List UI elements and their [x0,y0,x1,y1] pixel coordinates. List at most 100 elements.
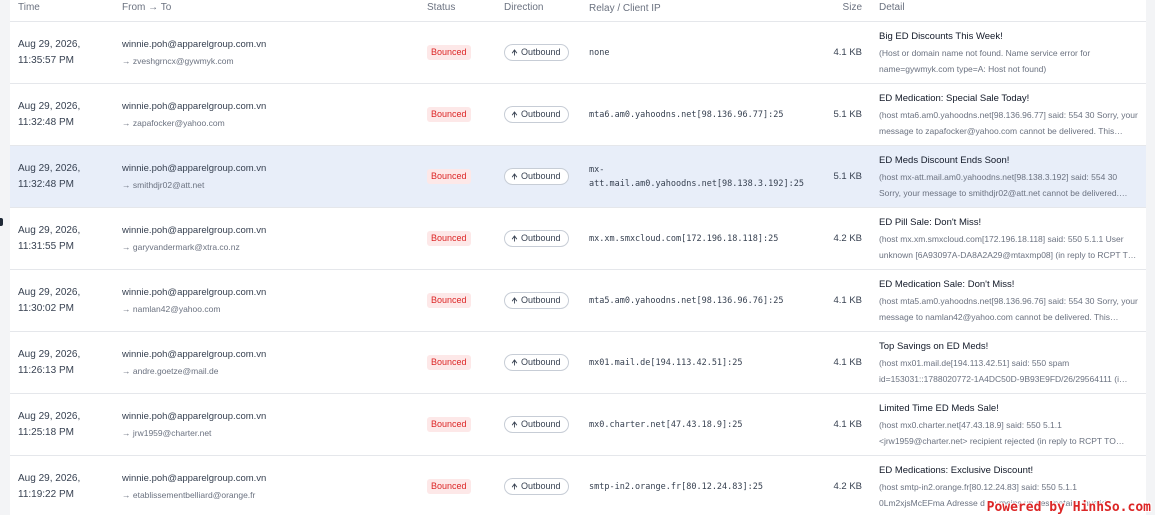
mail-log-table: Time From → To Status Direction Relay / … [10,0,1146,515]
bounce-message: (host mx-att.mail.am0.yahoodns.net[98.13… [879,171,1119,198]
size-cell: 5.1 KB [833,171,862,182]
table-body: Aug 29, 2026, 11:35:57 PM winnie.poh@app… [10,22,1146,515]
column-header-status[interactable]: Status [427,0,504,13]
direction-cell: Outbound [504,354,589,371]
table-row[interactable]: Aug 29, 2026, 11:32:48 PM winnie.poh@app… [10,146,1146,208]
arrow-up-icon [511,359,518,366]
time-cell: Aug 29, 2026, 11:32:48 PM [10,161,122,193]
arrow-up-icon [511,111,518,118]
size-cell: 4.1 KB [833,357,862,368]
recipient-address: → zveshgrncx@gywmyk.com [122,55,234,66]
date-text: Aug 29, 2026, [18,38,81,50]
size-cell: 4.2 KB [833,481,862,492]
sender-address: winnie.poh@apparelgroup.com.vn [122,224,267,236]
direction-badge: Outbound [504,106,569,123]
direction-badge: Outbound [504,416,569,433]
time-cell: Aug 29, 2026, 11:30:02 PM [10,285,122,317]
recipient-address: → andre.goetze@mail.de [122,365,219,376]
date-text: Aug 29, 2026, [18,410,81,422]
detail-cell: Limited Time ED Meds Sale! (host mx0.cha… [866,401,1141,449]
relay-cell: mx-att.mail.am0.yahoodns.net[98.138.3.19… [589,164,804,189]
table-row[interactable]: Aug 29, 2026, 11:31:55 PM winnie.poh@app… [10,208,1146,270]
direction-label: Outbound [521,481,561,491]
table-row[interactable]: Aug 29, 2026, 11:25:18 PM winnie.poh@app… [10,394,1146,456]
direction-label: Outbound [521,171,561,181]
date-text: Aug 29, 2026, [18,224,81,236]
detail-cell: Big ED Discounts This Week! (Host or dom… [866,29,1141,77]
mail-log-page: Time From → To Status Direction Relay / … [0,0,1155,515]
bounce-message: (host mx01.mail.de[194.113.42.51] said: … [879,357,1128,384]
status-badge: Bounced [427,293,471,308]
status-cell: Bounced [427,479,504,494]
message-subject: Big ED Discounts This Week! [879,30,1003,42]
sender-address: winnie.poh@apparelgroup.com.vn [122,100,267,112]
detail-cell: ED Medication: Special Sale Today! (host… [866,91,1141,139]
date-text: Aug 29, 2026, [18,100,81,112]
table-row[interactable]: Aug 29, 2026, 11:26:13 PM winnie.poh@app… [10,332,1146,394]
from-to-cell: winnie.poh@apparelgroup.com.vn → zapafoc… [122,99,427,131]
direction-badge: Outbound [504,354,569,371]
relay-cell: smtp-in2.orange.fr[80.12.24.83]:25 [589,481,763,492]
column-header-detail[interactable]: Detail [866,0,1141,13]
direction-cell: Outbound [504,478,589,495]
status-cell: Bounced [427,107,504,122]
date-text: Aug 29, 2026, [18,286,81,298]
status-badge: Bounced [427,417,471,432]
detail-cell: Top Savings on ED Meds! (host mx01.mail.… [866,339,1141,387]
date-text: Aug 29, 2026, [18,348,81,360]
column-header-from-to[interactable]: From → To [122,0,427,13]
size-cell: 4.1 KB [833,295,862,306]
direction-label: Outbound [521,357,561,367]
size-cell: 4.1 KB [833,47,862,58]
from-to-cell: winnie.poh@apparelgroup.com.vn → namlan4… [122,285,427,317]
column-header-direction[interactable]: Direction [504,0,589,13]
column-header-time[interactable]: Time [10,0,122,13]
detail-cell: ED Pill Sale: Don't Miss! (host mx.xm.sm… [866,215,1141,263]
table-row[interactable]: Aug 29, 2026, 11:19:22 PM winnie.poh@app… [10,456,1146,515]
direction-cell: Outbound [504,106,589,123]
sender-address: winnie.poh@apparelgroup.com.vn [122,410,267,422]
from-to-cell: winnie.poh@apparelgroup.com.vn → smithdj… [122,161,427,193]
relay-cell: mta6.am0.yahoodns.net[98.136.96.77]:25 [589,109,784,120]
arrow-up-icon [511,235,518,242]
table-row[interactable]: Aug 29, 2026, 11:35:57 PM winnie.poh@app… [10,22,1146,84]
message-subject: ED Medication Sale: Don't Miss! [879,278,1015,290]
status-badge: Bounced [427,479,471,494]
sender-address: winnie.poh@apparelgroup.com.vn [122,286,267,298]
recipient-address: → namlan42@yahoo.com [122,303,221,314]
bounce-message: (host mta5.am0.yahoodns.net[98.136.96.76… [879,295,1138,322]
sender-address: winnie.poh@apparelgroup.com.vn [122,162,267,174]
direction-label: Outbound [521,233,561,243]
sender-address: winnie.poh@apparelgroup.com.vn [122,348,267,360]
from-to-cell: winnie.poh@apparelgroup.com.vn → jrw1959… [122,409,427,441]
sender-address: winnie.poh@apparelgroup.com.vn [122,472,267,484]
column-header-relay[interactable]: Relay / Client IP [589,0,801,16]
date-text: Aug 29, 2026, [18,472,81,484]
time-cell: Aug 29, 2026, 11:26:13 PM [10,347,122,379]
message-subject: ED Meds Discount Ends Soon! [879,154,1010,166]
message-subject: Top Savings on ED Meds! [879,340,989,352]
arrow-up-icon [511,421,518,428]
time-text: 11:31:55 PM [18,240,74,252]
column-header-size[interactable]: Size [801,0,866,13]
table-row[interactable]: Aug 29, 2026, 11:30:02 PM winnie.poh@app… [10,270,1146,332]
time-cell: Aug 29, 2026, 11:32:48 PM [10,99,122,131]
message-subject: ED Medications: Exclusive Discount! [879,464,1034,476]
time-cell: Aug 29, 2026, 11:25:18 PM [10,409,122,441]
status-cell: Bounced [427,231,504,246]
detail-cell: ED Meds Discount Ends Soon! (host mx-att… [866,153,1141,201]
from-to-cell: winnie.poh@apparelgroup.com.vn → andre.g… [122,347,427,379]
table-row[interactable]: Aug 29, 2026, 11:32:48 PM winnie.poh@app… [10,84,1146,146]
time-text: 11:30:02 PM [18,302,74,314]
status-badge: Bounced [427,169,471,184]
time-text: 11:32:48 PM [18,116,74,128]
arrow-up-icon [511,173,518,180]
bounce-message: (host mx.xm.smxcloud.com[172.196.18.118]… [879,233,1137,260]
message-subject: Limited Time ED Meds Sale! [879,402,999,414]
table-header: Time From → To Status Direction Relay / … [10,0,1146,22]
status-cell: Bounced [427,45,504,60]
arrow-up-icon [511,483,518,490]
from-to-cell: winnie.poh@apparelgroup.com.vn → zveshgr… [122,37,427,69]
scrollbar-track[interactable] [1146,0,1155,515]
arrow-up-icon [511,297,518,304]
